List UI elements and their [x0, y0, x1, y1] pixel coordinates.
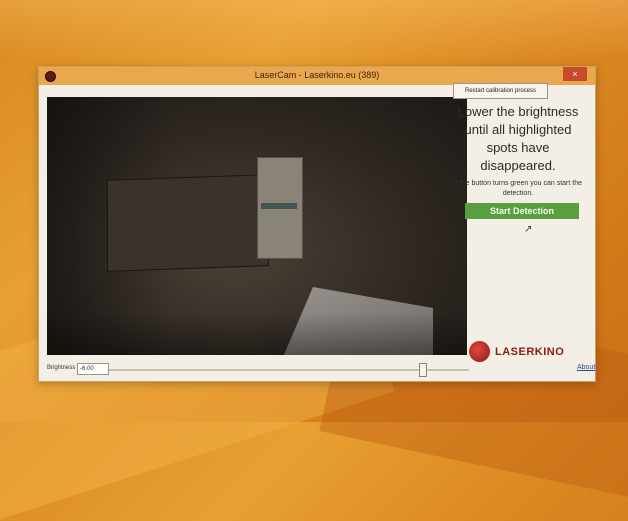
brightness-label: Brightness: [47, 365, 76, 371]
brightness-value-field[interactable]: -6.00: [77, 363, 109, 375]
logo-text: LASERKINO: [495, 346, 565, 358]
brightness-bar: Brightness -6.00 About: [39, 361, 595, 381]
close-button[interactable]: ×: [563, 67, 587, 81]
calibration-panel: Lower the brightness until all highlight…: [453, 101, 583, 379]
lasercam-window: LaserCam - Laserkino.eu (389) × Restart …: [38, 66, 596, 382]
mouse-cursor-icon: ↗: [524, 224, 533, 235]
laserkino-logo: LASERKINO: [469, 341, 577, 363]
camera-floor: [47, 312, 467, 355]
desktop-wallpaper-glow: [0, 0, 628, 60]
hint-text: If the button turns green you can start …: [453, 180, 583, 197]
logo-circle-icon: [469, 341, 490, 362]
camera-monitor-image: [107, 174, 269, 272]
brightness-slider-track[interactable]: [109, 369, 469, 371]
window-title: LaserCam - Laserkino.eu (389): [254, 70, 380, 80]
instruction-text: Lower the brightness until all highlight…: [457, 104, 579, 173]
brightness-slider-thumb[interactable]: [419, 363, 427, 377]
camera-dialog-button-image: [261, 203, 297, 209]
restart-calibration-button[interactable]: Restart calibration process: [453, 83, 548, 99]
camera-preview: [47, 97, 467, 355]
about-link[interactable]: About: [577, 364, 595, 371]
start-detection-button[interactable]: Start Detection: [465, 203, 579, 219]
